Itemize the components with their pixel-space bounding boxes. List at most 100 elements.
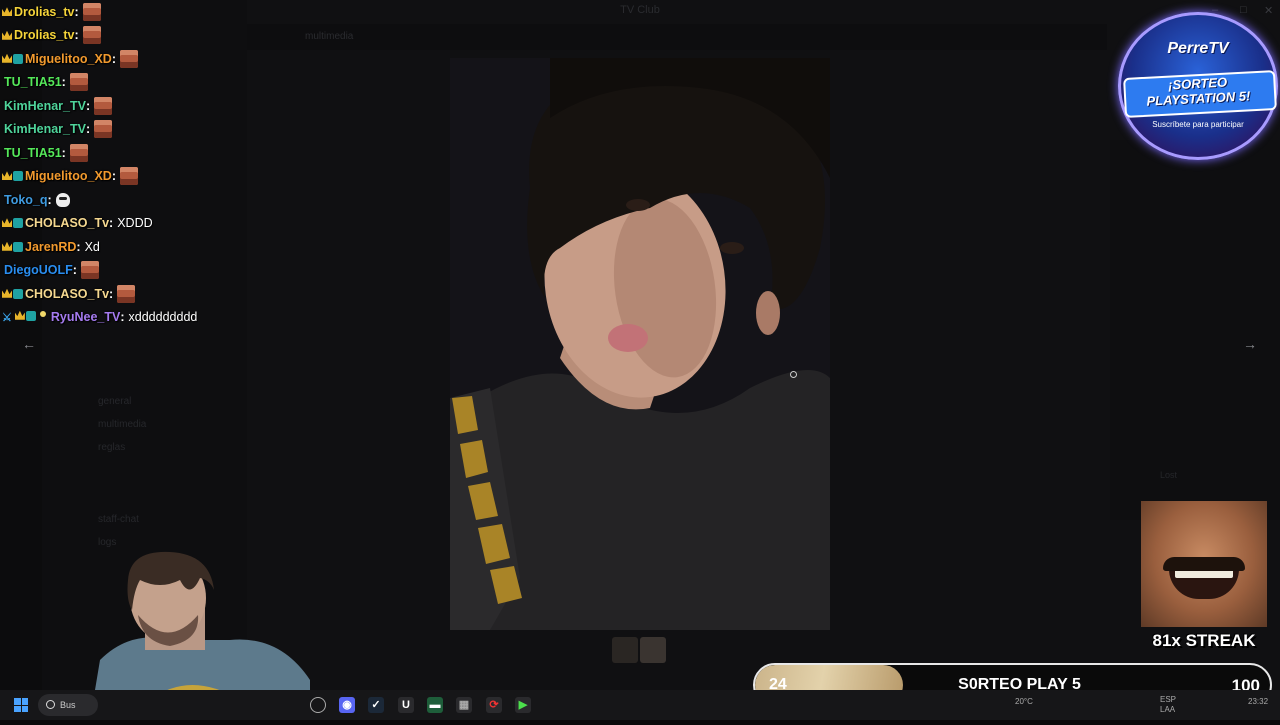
image-thumbnail[interactable] <box>612 637 638 663</box>
chat-username[interactable]: Miguelitoo_XD <box>25 52 112 66</box>
chat-colon: : <box>109 216 114 231</box>
chat-username[interactable]: TU_TIA51 <box>4 75 62 89</box>
chat-username[interactable]: KimHenar_TV <box>4 122 86 136</box>
channel-item: multimedia <box>98 419 147 430</box>
chat-colon: : <box>61 75 66 90</box>
chat-message: Toko_q: <box>2 188 262 212</box>
keyboard-layout-indicator[interactable]: LAA <box>1160 705 1175 714</box>
chat-username[interactable]: KimHenar_TV <box>4 99 86 113</box>
chat-colon: : <box>85 122 91 137</box>
crown-badge-icon <box>2 30 12 40</box>
moderator-sword-icon: ⚔ <box>2 311 12 324</box>
chat-emote-face <box>82 2 101 21</box>
taskbar-search-placeholder: Bus <box>60 700 76 710</box>
chat-username[interactable]: CHOLASO_Tv <box>25 216 109 230</box>
chat-emote-face <box>117 284 136 303</box>
crown-badge-icon <box>2 7 12 17</box>
app-grid-icon[interactable]: ▦ <box>456 697 472 713</box>
channel-item: staff-chat <box>98 514 139 525</box>
chat-emote-ghost <box>55 192 70 207</box>
chat-emote-face <box>119 167 138 186</box>
chat-username[interactable]: Drolias_tv <box>14 5 74 19</box>
chat-colon: : <box>111 169 116 184</box>
chat-message: ⚔ RyuNee_TV: xddddddddd <box>2 306 262 330</box>
channel-item: general <box>98 396 132 407</box>
chat-colon: : <box>47 192 52 207</box>
mouse-cursor <box>790 371 797 378</box>
subscriber-badge-icon <box>13 171 23 182</box>
chat-message-text: xddddddddd <box>128 310 198 325</box>
chat-message: Miguelitoo_XD: <box>2 47 262 71</box>
chat-message-text: Xd <box>84 239 100 254</box>
previous-image-button[interactable]: ← <box>18 334 40 354</box>
chat-badges <box>2 241 23 252</box>
chat-message: Drolias_tv: <box>2 0 262 24</box>
windows-taskbar: Bus ◉ ✓ U ▬ ▦ ⟳ ▶ 20°C ESP LAA 23:32 <box>0 690 1280 720</box>
chat-message: CHOLASO_Tv: <box>2 282 262 306</box>
member-item: Lost <box>1160 470 1178 480</box>
play-icon[interactable]: ▶ <box>515 697 531 713</box>
maximize-icon[interactable]: □ <box>1240 4 1247 16</box>
crown-badge-icon <box>14 310 25 320</box>
channel-item: logs <box>98 537 117 548</box>
subscriber-badge-icon <box>13 288 23 299</box>
chat-emote-face <box>80 261 99 280</box>
language-indicator[interactable]: ESP <box>1160 695 1176 704</box>
chat-colon: : <box>76 239 81 254</box>
image-viewer-photo[interactable] <box>450 58 830 630</box>
chat-emote-face <box>94 120 113 139</box>
streak-emote-image <box>1141 501 1267 627</box>
chat-message: CHOLASO_Tv: XDDD <box>2 212 262 236</box>
chat-badges <box>2 30 12 40</box>
chat-message: KimHenar_TV: <box>2 118 262 142</box>
search-icon <box>46 700 55 709</box>
windows-start-icon[interactable] <box>14 698 28 712</box>
unreal-u-icon[interactable]: U <box>398 697 414 713</box>
discord-icon[interactable]: ◉ <box>339 697 355 713</box>
chat-message: TU_TIA51: <box>2 141 262 165</box>
subscriber-badge-icon <box>13 53 23 64</box>
app-icon-circle[interactable] <box>310 697 326 713</box>
chat-message-text: XDDD <box>117 216 153 231</box>
chat-message: TU_TIA51: <box>2 71 262 95</box>
giveaway-badge: PerreTV ¡SORTEO PLAYSTATION 5! Suscríbet… <box>1118 12 1278 160</box>
crown-badge-icon <box>2 241 12 251</box>
app-green-icon[interactable]: ▬ <box>427 697 443 713</box>
chat-message: JarenRD: Xd <box>2 235 262 259</box>
chat-colon: : <box>74 28 79 43</box>
channel-header-title: multimedia <box>305 31 354 42</box>
recorder-icon[interactable]: ⟳ <box>486 697 502 713</box>
chat-message: Drolias_tv: <box>2 24 262 48</box>
image-thumbnail-active[interactable] <box>640 637 666 663</box>
weather-temperature[interactable]: 20°C <box>1015 697 1033 706</box>
chat-message: KimHenar_TV: <box>2 94 262 118</box>
streak-face-mustache <box>1163 557 1245 571</box>
next-image-button[interactable]: → <box>1239 334 1261 354</box>
steam-icon[interactable]: ✓ <box>368 697 384 713</box>
chat-username[interactable]: JarenRD <box>25 240 76 254</box>
crown-badge-icon <box>2 53 12 63</box>
crown-badge-icon <box>2 171 12 181</box>
chat-username[interactable]: CHOLASO_Tv <box>25 287 109 301</box>
subscriber-badge-icon <box>13 241 23 252</box>
chat-colon: : <box>85 98 91 113</box>
chat-emote-face <box>69 143 88 162</box>
crown-badge-icon <box>2 288 12 298</box>
channel-header: multimedia <box>247 24 1107 50</box>
chat-username[interactable]: RyuNee_TV <box>51 310 120 324</box>
chat-emote-face <box>119 49 138 68</box>
promo-subtitle: Suscríbete para participar <box>1152 120 1244 129</box>
chat-username[interactable]: Toko_q <box>4 193 48 207</box>
chat-badges <box>2 171 23 182</box>
close-icon[interactable]: ✕ <box>1264 4 1273 17</box>
taskbar-search-box[interactable]: Bus <box>38 694 98 716</box>
crown-badge-icon <box>2 218 12 228</box>
chat-badges <box>2 53 23 64</box>
chat-colon: : <box>74 4 79 19</box>
promo-brand: PerreTV <box>1167 40 1229 57</box>
clock[interactable]: 23:32 <box>1248 697 1268 706</box>
chat-username[interactable]: Drolias_tv <box>14 28 74 42</box>
chat-username[interactable]: TU_TIA51 <box>4 146 62 160</box>
chat-username[interactable]: DiegoUOLF <box>4 263 73 277</box>
chat-username[interactable]: Miguelitoo_XD <box>25 169 112 183</box>
